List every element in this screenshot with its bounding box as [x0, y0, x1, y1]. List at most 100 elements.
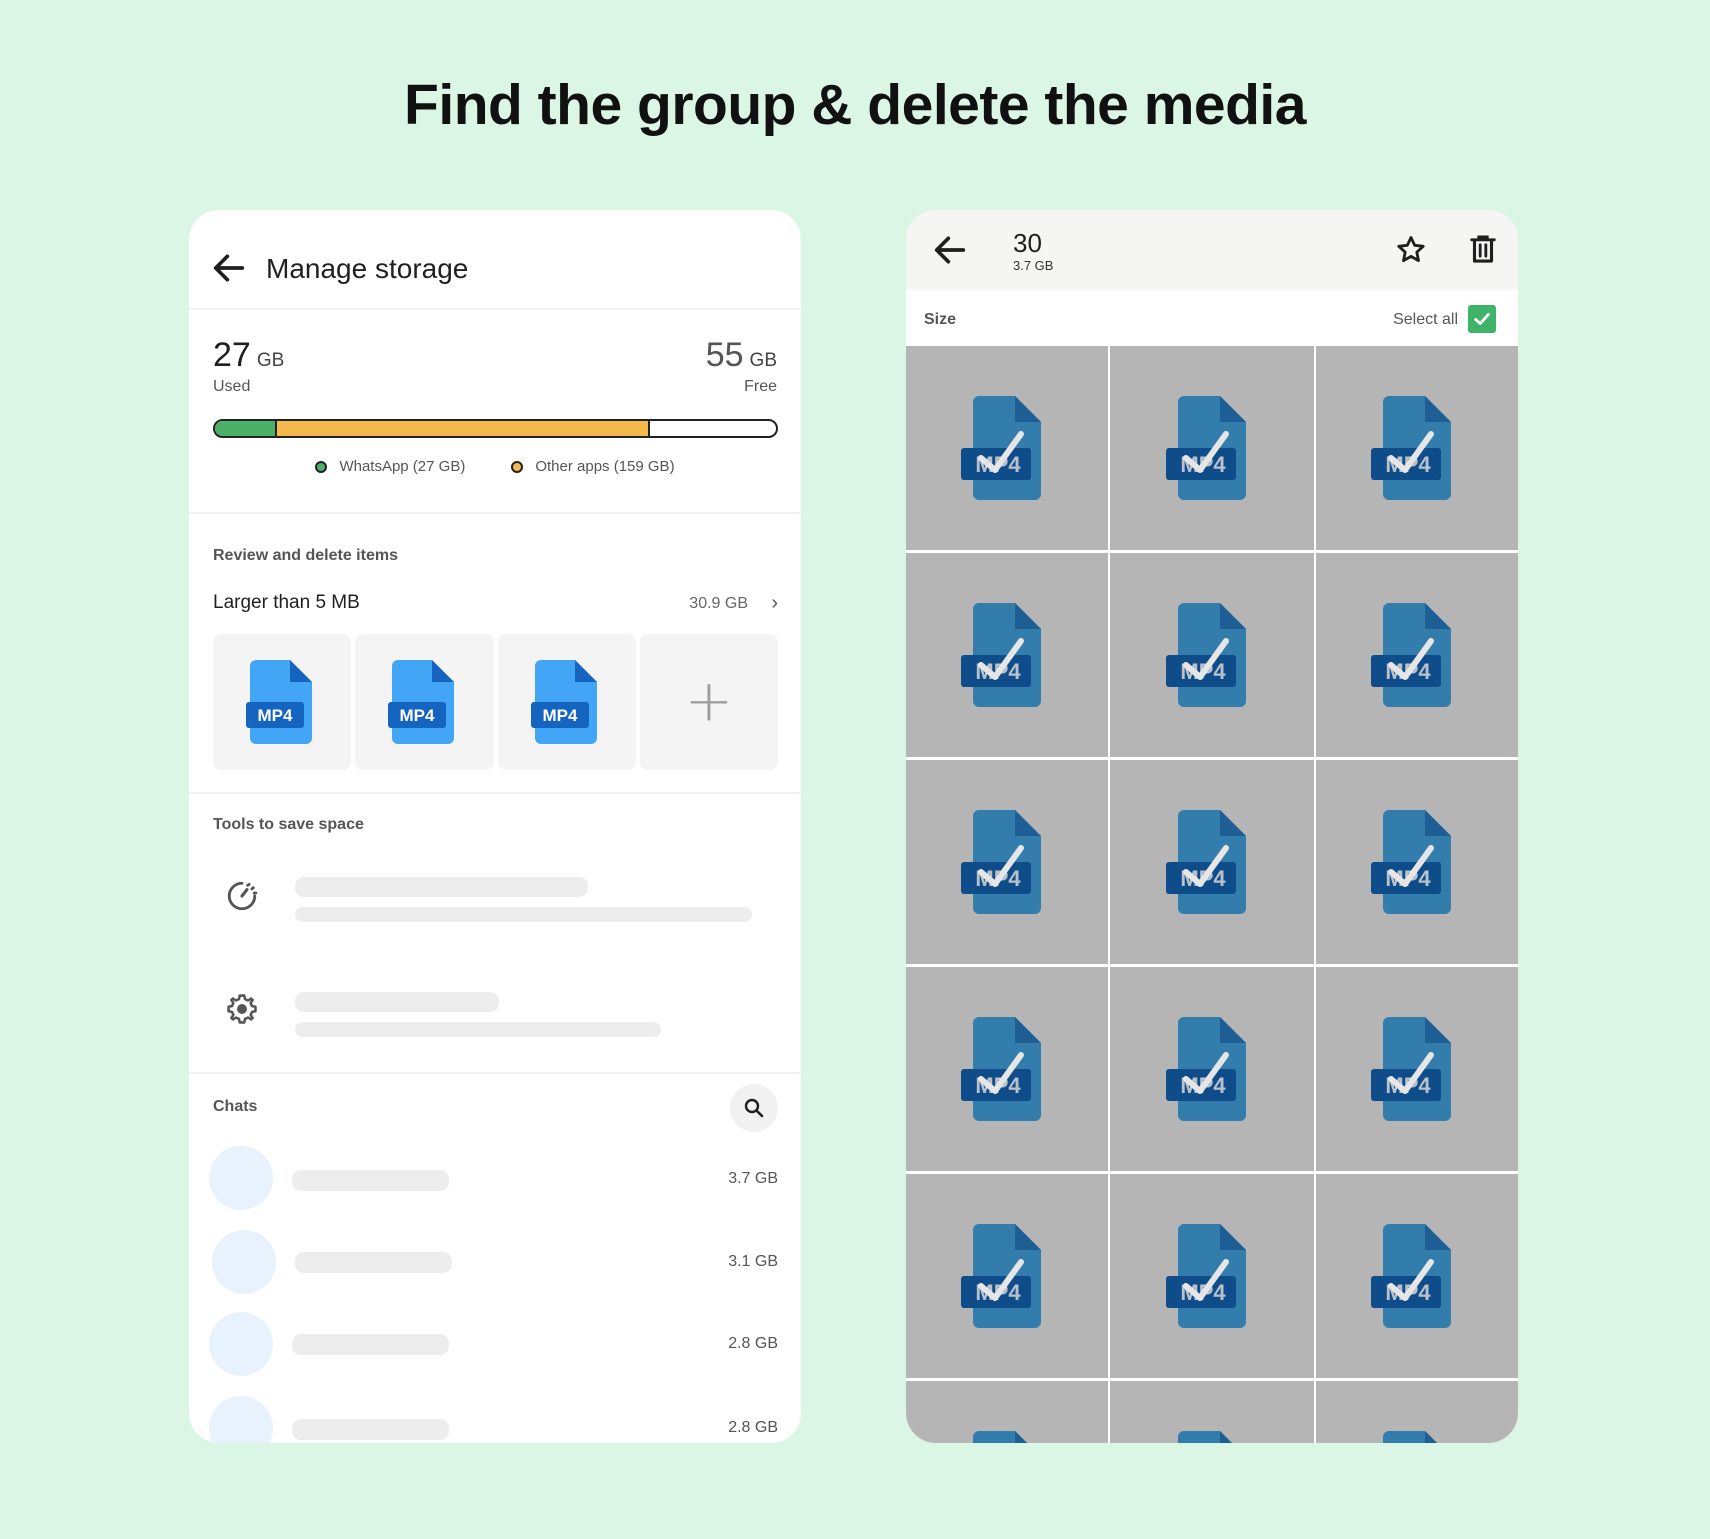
mp4-file-selected-icon: MP4: [1178, 1431, 1232, 1443]
media-tile-selected[interactable]: MP4: [906, 346, 1108, 550]
mp4-file-selected-icon: MP4: [1166, 396, 1246, 500]
avatar: [209, 1146, 273, 1210]
media-tile-selected[interactable]: MP4: [906, 760, 1108, 964]
avatar: [209, 1396, 273, 1443]
mp4-file-selected-icon: MP4: [1371, 810, 1451, 914]
media-tile-selected[interactable]: MP4: [1110, 553, 1314, 757]
media-tile-selected[interactable]: MP4: [906, 967, 1108, 1171]
media-tile-selected[interactable]: MP4: [906, 1174, 1108, 1378]
large-files-thumbnails: MP4 MP4 MP4 +: [213, 634, 778, 770]
select-all-label[interactable]: Select all: [1393, 311, 1458, 329]
chat-size: 3.7 GB: [728, 1170, 778, 1187]
mp4-file-icon: MP4: [530, 660, 597, 744]
mp4-file-selected-icon: MP4: [1371, 396, 1451, 500]
app-bar: Manage storage: [189, 210, 801, 310]
legend-dot-other-apps: [511, 460, 524, 473]
gear-icon: [225, 992, 259, 1026]
tool-title-placeholder: [295, 992, 499, 1012]
chat-size: 2.8 GB: [728, 1335, 778, 1352]
chat-size: 3.1 GB: [728, 1253, 778, 1270]
media-selection-screen: 30 3.7 GB Size Select all MP4 MP4 MP4 MP4 MP…: [906, 210, 1518, 1443]
back-arrow-icon[interactable]: [930, 230, 970, 270]
mp4-file-icon: MP4: [246, 660, 313, 744]
free-amount: 55 GB: [705, 336, 777, 374]
larger-than-row[interactable]: Larger than 5 MB 30.9 GB ›: [213, 592, 778, 622]
chat-name-placeholder: [292, 1334, 449, 1355]
selected-size: 3.7 GB: [1013, 258, 1054, 273]
file-type-label: MP4: [542, 706, 578, 725]
file-thumbnail[interactable]: MP4: [355, 634, 494, 770]
chat-row[interactable]: 3.7 GB: [209, 1146, 778, 1212]
search-button[interactable]: [730, 1084, 778, 1132]
select-all-checkbox[interactable]: [1468, 305, 1496, 333]
legend-item-other-apps: Other apps (159 GB): [511, 458, 675, 475]
file-thumbnail[interactable]: MP4: [213, 634, 352, 770]
avatar: [209, 1312, 273, 1376]
chat-size: 2.8 GB: [728, 1419, 778, 1436]
media-tile-selected[interactable]: MP4: [1316, 346, 1518, 550]
sort-label[interactable]: Size: [924, 311, 956, 329]
avatar: [212, 1230, 276, 1294]
speed-icon: [225, 879, 259, 913]
media-tile-selected[interactable]: MP4: [1110, 1381, 1314, 1443]
mp4-file-selected-icon: MP4: [1371, 1017, 1451, 1121]
used-label: Used: [213, 378, 251, 395]
file-thumbnail[interactable]: MP4: [497, 634, 636, 770]
legend-label-other-apps: Other apps (159 GB): [535, 458, 675, 475]
legend-label-whatsapp: WhatsApp (27 GB): [339, 458, 466, 475]
chat-row[interactable]: 3.1 GB: [209, 1230, 778, 1296]
selection-toolbar: Size Select all: [906, 290, 1518, 346]
tool-description-placeholder: [295, 907, 752, 922]
mp4-file-selected-icon: MP4: [1383, 1431, 1437, 1443]
media-tile-selected[interactable]: MP4: [1316, 1381, 1518, 1443]
mp4-file-selected-icon: MP4: [1371, 1224, 1451, 1328]
chats-heading: Chats: [213, 1098, 258, 1115]
legend-dot-whatsapp: [315, 460, 328, 473]
chat-name-placeholder: [295, 1252, 452, 1273]
used-amount: 27 GB: [213, 336, 285, 374]
trash-icon[interactable]: [1466, 232, 1500, 266]
mp4-file-selected-icon: MP4: [1371, 603, 1451, 707]
larger-than-label: Larger than 5 MB: [213, 592, 360, 613]
mp4-file-selected-icon: MP4: [1166, 810, 1246, 914]
star-icon[interactable]: [1394, 233, 1428, 267]
chevron-right-icon: ›: [771, 592, 778, 614]
selected-count: 30: [1013, 228, 1042, 258]
mp4-file-selected-icon: MP4: [973, 1431, 1027, 1443]
tool-title-placeholder: [295, 877, 588, 897]
media-tile-selected[interactable]: MP4: [1110, 1174, 1314, 1378]
divider: [189, 792, 801, 794]
mp4-file-selected-icon: MP4: [961, 1224, 1041, 1328]
media-tile-selected[interactable]: MP4: [1110, 760, 1314, 964]
plus-icon: +: [684, 666, 734, 735]
media-tile-selected[interactable]: MP4: [906, 553, 1108, 757]
see-more-button[interactable]: +: [639, 634, 778, 770]
chat-row[interactable]: 2.8 GB: [209, 1312, 778, 1378]
media-tile-selected[interactable]: MP4: [1316, 553, 1518, 757]
storage-bar-whatsapp: [215, 421, 277, 436]
larger-than-size: 30.9 GB: [689, 595, 748, 612]
selection-app-bar: 30 3.7 GB: [906, 210, 1518, 290]
manage-storage-screen: Manage storage 27 GB Used 55 GB Free Whats…: [189, 210, 801, 1443]
page-title: Manage storage: [266, 253, 469, 284]
media-tile-selected[interactable]: MP4: [906, 1381, 1108, 1443]
mp4-file-selected-icon: MP4: [961, 396, 1041, 500]
mp4-file-selected-icon: MP4: [961, 810, 1041, 914]
mp4-file-selected-icon: MP4: [961, 1017, 1041, 1121]
divider: [189, 512, 801, 514]
chat-row[interactable]: 2.8 GB: [209, 1396, 778, 1443]
media-tile-selected[interactable]: MP4: [1110, 967, 1314, 1171]
back-arrow-icon[interactable]: [209, 248, 249, 288]
storage-bar-other-apps: [277, 421, 650, 436]
mp4-file-selected-icon: MP4: [1166, 603, 1246, 707]
mp4-file-selected-icon: MP4: [1166, 1017, 1246, 1121]
media-tile-selected[interactable]: MP4: [1316, 760, 1518, 964]
media-tile-selected[interactable]: MP4: [1316, 1174, 1518, 1378]
headline: Find the group & delete the media: [404, 73, 1306, 137]
review-heading: Review and delete items: [213, 547, 398, 564]
media-tile-selected[interactable]: MP4: [1316, 967, 1518, 1171]
divider: [189, 1072, 801, 1074]
chat-name-placeholder: [292, 1419, 449, 1440]
media-tile-selected[interactable]: MP4: [1110, 346, 1314, 550]
search-icon: [744, 1098, 764, 1118]
